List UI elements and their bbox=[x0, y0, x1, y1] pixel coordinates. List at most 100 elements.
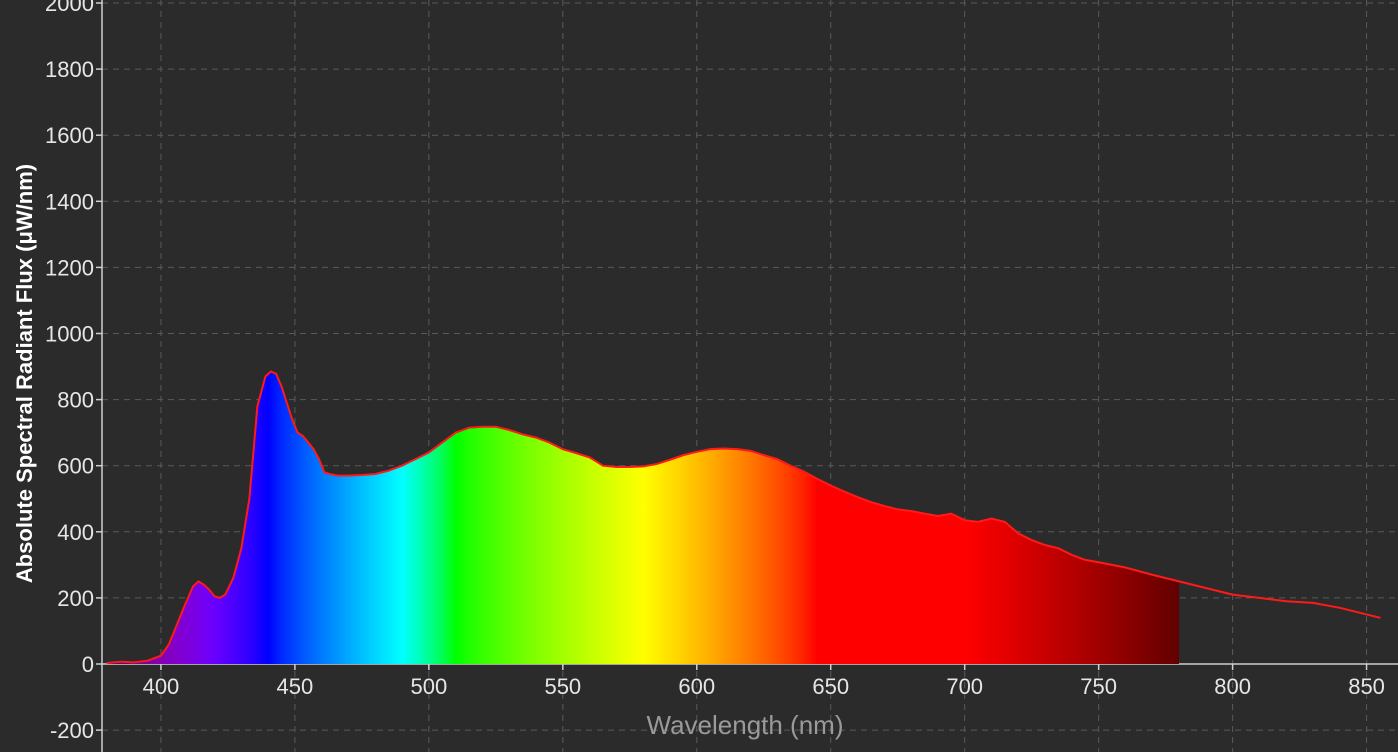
data-point bbox=[816, 478, 819, 480]
data-point bbox=[133, 661, 135, 664]
data-point bbox=[736, 448, 738, 450]
data-point bbox=[923, 512, 926, 515]
data-point bbox=[160, 654, 162, 657]
data-point bbox=[575, 452, 578, 454]
data-point bbox=[508, 429, 511, 431]
data-point bbox=[197, 580, 200, 583]
data-point bbox=[414, 458, 417, 460]
data-point bbox=[829, 484, 832, 487]
data-point bbox=[963, 519, 966, 522]
data-point bbox=[803, 470, 805, 473]
data-point bbox=[1312, 602, 1314, 604]
data-point bbox=[441, 441, 444, 444]
data-point bbox=[1030, 539, 1033, 541]
data-point bbox=[224, 593, 227, 596]
data-point bbox=[428, 451, 430, 454]
data-point bbox=[789, 464, 792, 467]
data-point bbox=[669, 458, 671, 461]
data-point bbox=[208, 588, 210, 591]
data-point bbox=[291, 418, 294, 421]
data-point bbox=[192, 585, 194, 588]
y-tick-label: 1800 bbox=[45, 57, 94, 82]
data-point bbox=[219, 597, 221, 599]
spectrum-fill bbox=[107, 371, 1180, 664]
data-point bbox=[1124, 566, 1127, 569]
data-point bbox=[977, 521, 979, 523]
data-point bbox=[990, 517, 993, 520]
y-axis-label: Absolute Spectral Radiant Flux (μW/nm) bbox=[12, 164, 37, 583]
data-point bbox=[1205, 587, 1207, 589]
data-point bbox=[762, 454, 765, 456]
x-tick-label: 750 bbox=[1080, 674, 1117, 699]
data-point bbox=[1044, 544, 1046, 546]
y-tick-label: 400 bbox=[57, 520, 94, 545]
data-point bbox=[374, 473, 377, 475]
x-tick-label: 500 bbox=[410, 674, 447, 699]
data-point bbox=[387, 469, 390, 472]
data-point bbox=[203, 583, 205, 586]
data-point bbox=[119, 660, 122, 663]
data-point bbox=[454, 431, 457, 434]
data-point bbox=[1097, 561, 1100, 564]
data-point bbox=[883, 505, 886, 507]
y-tick-label: 800 bbox=[57, 388, 94, 413]
data-point bbox=[302, 435, 304, 437]
data-point bbox=[1285, 600, 1287, 603]
data-point bbox=[655, 463, 658, 465]
y-tick-label: 200 bbox=[57, 586, 94, 611]
data-point bbox=[307, 441, 310, 444]
data-point bbox=[535, 436, 537, 439]
data-point bbox=[896, 508, 899, 511]
data-point bbox=[1057, 547, 1060, 550]
y-tick-label: 1400 bbox=[45, 189, 94, 214]
data-point bbox=[176, 623, 178, 626]
data-point bbox=[280, 385, 283, 388]
x-tick-label: 700 bbox=[946, 674, 983, 699]
x-tick-label: 550 bbox=[544, 674, 581, 699]
data-point bbox=[256, 405, 259, 408]
data-point bbox=[275, 373, 277, 375]
data-point bbox=[615, 466, 618, 468]
data-point bbox=[468, 426, 470, 429]
data-point bbox=[950, 512, 953, 515]
y-tick-label: -200 bbox=[50, 718, 94, 743]
data-point bbox=[682, 454, 685, 456]
data-point bbox=[722, 447, 725, 450]
data-point bbox=[843, 490, 845, 493]
data-point bbox=[749, 450, 752, 452]
data-point bbox=[213, 595, 216, 598]
chart-svg: -200 0 200 400 600 800 1000 1200 1400 1600 1800 200… bbox=[12, 0, 1398, 752]
data-point bbox=[328, 473, 331, 475]
data-point bbox=[323, 471, 326, 474]
x-axis-label: Wavelength (nm) bbox=[647, 710, 844, 740]
data-point bbox=[1231, 593, 1234, 596]
data-point bbox=[495, 425, 497, 428]
data-point bbox=[286, 402, 288, 404]
data-point bbox=[1151, 573, 1154, 576]
data-point bbox=[106, 662, 109, 664]
x-tick-label: 850 bbox=[1348, 674, 1385, 699]
x-tick-label: 450 bbox=[277, 674, 314, 699]
y-tick-label: 1000 bbox=[45, 322, 94, 347]
data-point bbox=[1017, 532, 1020, 535]
x-tick-label: 800 bbox=[1214, 674, 1251, 699]
data-point bbox=[1004, 521, 1006, 523]
data-point bbox=[870, 501, 872, 503]
plot-area bbox=[106, 370, 1381, 665]
data-point bbox=[910, 510, 912, 512]
data-point bbox=[937, 515, 939, 517]
data-point bbox=[312, 448, 315, 450]
data-point bbox=[776, 458, 778, 460]
data-point bbox=[588, 456, 591, 459]
data-point bbox=[1178, 580, 1180, 583]
y-tick-label: 1200 bbox=[45, 255, 94, 280]
data-point bbox=[1365, 613, 1368, 616]
data-point bbox=[642, 465, 644, 468]
data-point bbox=[1379, 616, 1381, 619]
data-point bbox=[296, 431, 299, 434]
data-point bbox=[1084, 559, 1087, 561]
data-point bbox=[146, 659, 149, 662]
data-point bbox=[856, 496, 859, 498]
data-point bbox=[521, 433, 524, 436]
x-tick-label: 400 bbox=[143, 674, 180, 699]
